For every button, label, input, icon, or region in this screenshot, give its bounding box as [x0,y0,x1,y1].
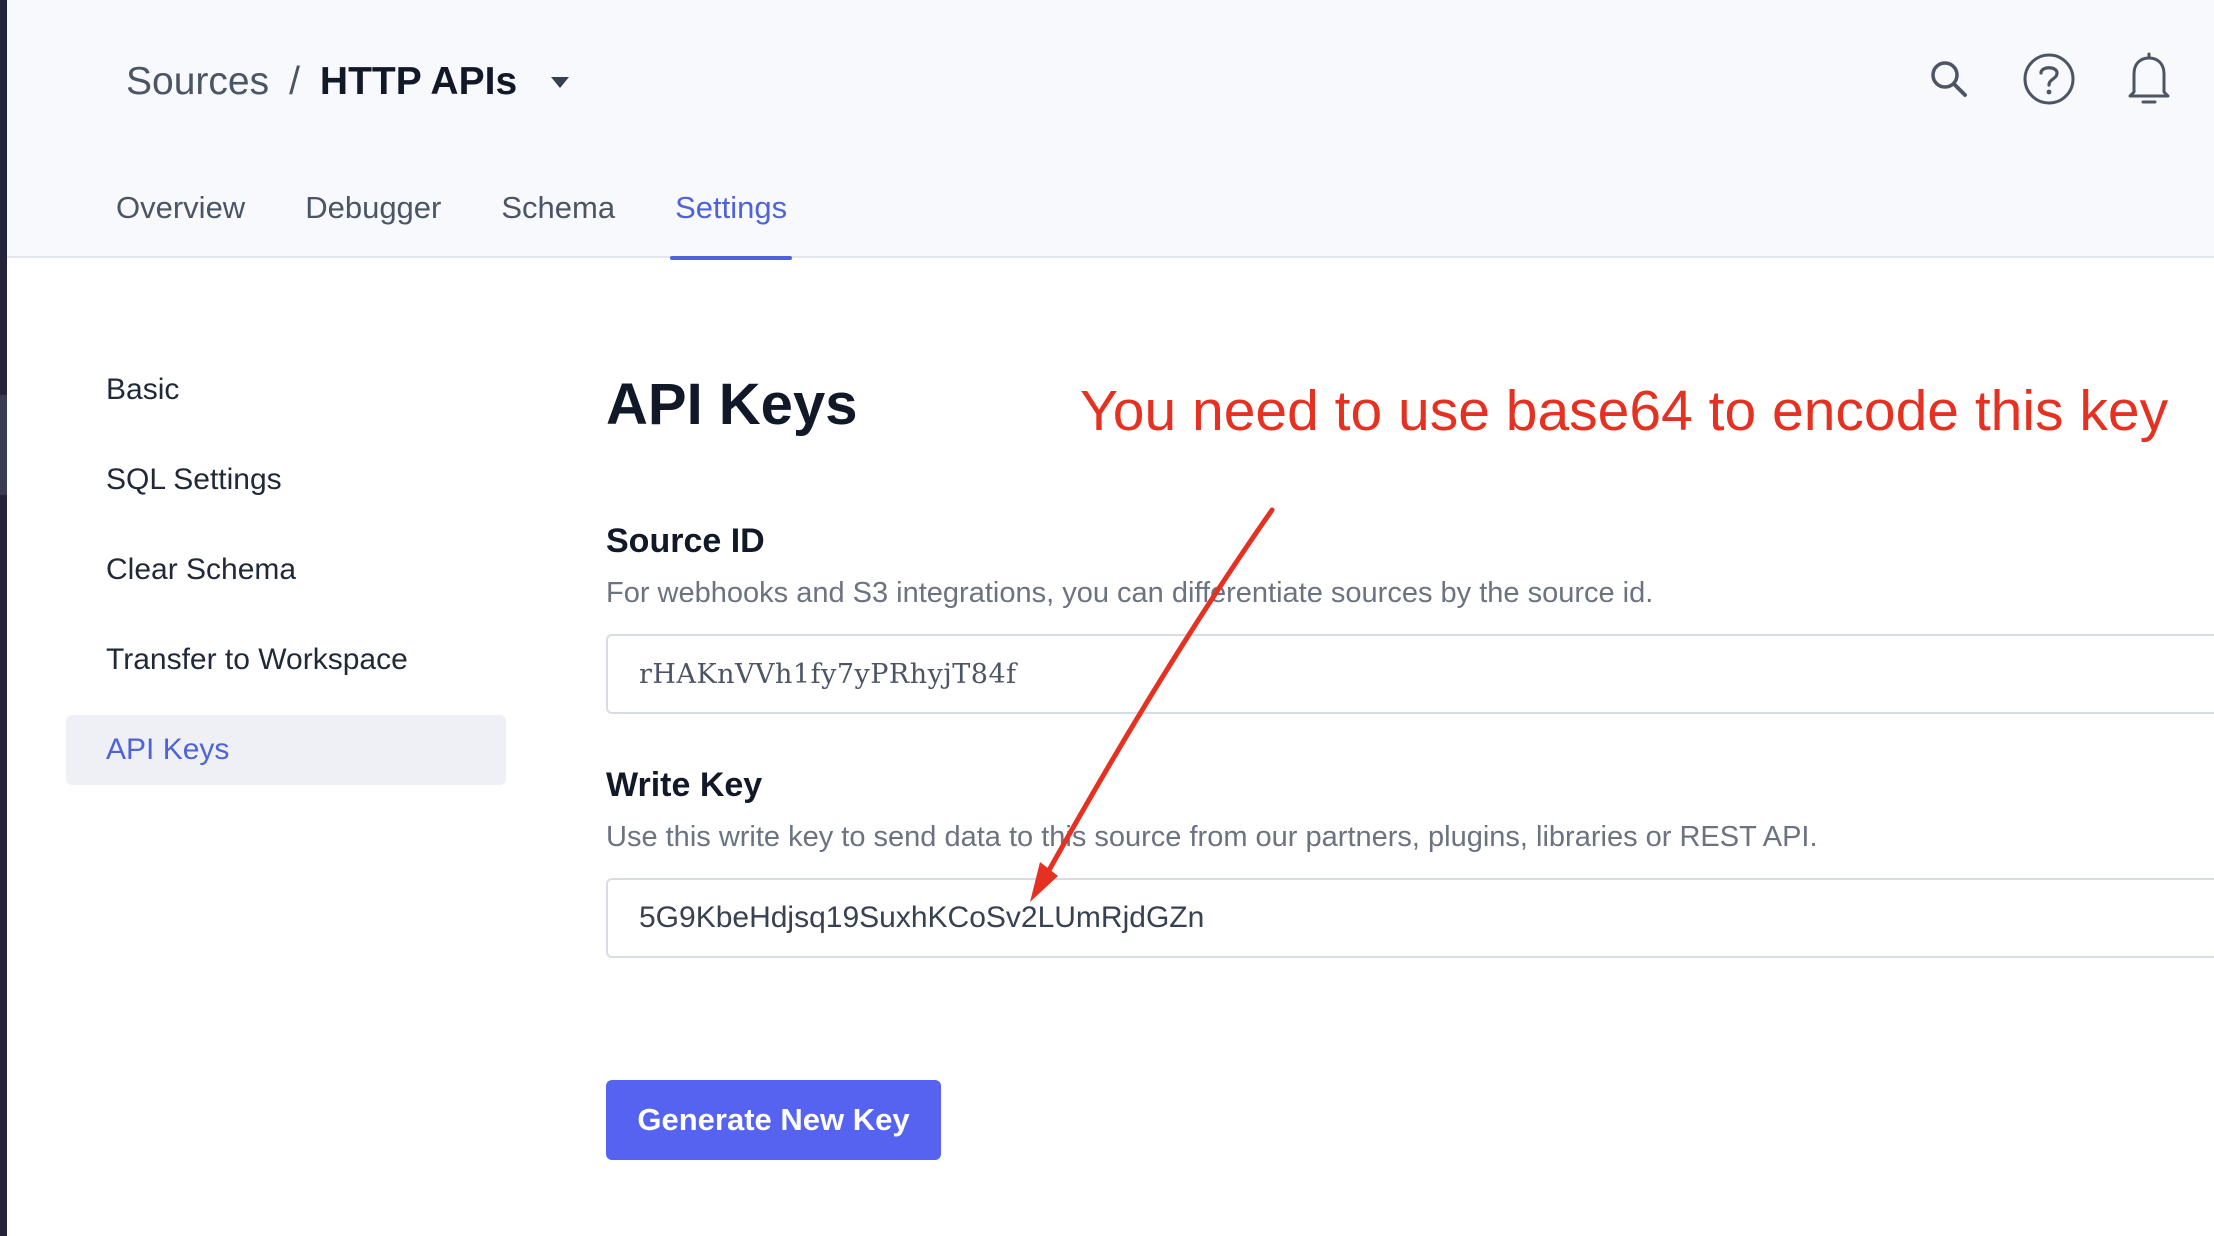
write-key-field[interactable]: 5G9KbeHdjsq19SuxhKCoSv2LUmRjdGZn [606,878,2214,958]
tab-settings[interactable]: Settings [670,178,793,260]
tab-debugger[interactable]: Debugger [300,178,446,258]
tab-bar: Overview Debugger Schema Settings [111,178,842,260]
breadcrumb: Sources / HTTP APIs [126,52,570,112]
breadcrumb-separator: / [289,60,300,103]
sidebar-item-sql-settings[interactable]: SQL Settings [66,445,506,515]
help-icon[interactable] [2020,48,2078,110]
source-id-field[interactable]: rHAKnVVh1fy7yPRhyjT84f [606,634,2214,714]
breadcrumb-sources-link[interactable]: Sources [126,60,269,104]
source-id-section: Source ID For webhooks and S3 integratio… [606,522,2214,714]
tab-schema[interactable]: Schema [496,178,620,258]
top-bar: Sources / HTTP APIs Overview Debugger Sc… [7,0,2214,260]
app-window: Sources / HTTP APIs Overview Debugger Sc… [0,0,2214,1236]
write-key-section: Write Key Use this write key to send dat… [606,766,2214,958]
source-id-description: For webhooks and S3 integrations, you ca… [606,577,1654,609]
write-key-description: Use this write key to send data to this … [606,821,1818,853]
main-content: API Keys Source ID For webhooks and S3 i… [606,360,2214,1160]
write-key-value: 5G9KbeHdjsq19SuxhKCoSv2LUmRjdGZn [639,901,1205,934]
sidebar-item-transfer-to-workspace[interactable]: Transfer to Workspace [66,625,506,695]
annotation-text: You need to use base64 to encode this ke… [1080,379,2169,443]
header-actions [1920,48,2178,110]
generate-new-key-button[interactable]: Generate New Key [606,1080,941,1160]
sidebar-item-api-keys[interactable]: API Keys [66,715,506,785]
write-key-label: Write Key [606,766,763,804]
search-icon[interactable] [1920,48,1978,110]
breadcrumb-current-source: HTTP APIs [319,60,518,103]
source-id-label: Source ID [606,522,765,560]
sidebar-item-clear-schema[interactable]: Clear Schema [66,535,506,605]
bell-icon[interactable] [2120,48,2178,110]
window-left-edge [0,0,7,1236]
sidebar-item-basic[interactable]: Basic [66,355,506,425]
settings-sidebar: Basic SQL Settings Clear Schema Transfer… [66,355,506,805]
caret-down-icon[interactable] [551,76,570,88]
source-id-value: rHAKnVVh1fy7yPRhyjT84f [639,658,1017,690]
tab-overview[interactable]: Overview [111,178,250,258]
